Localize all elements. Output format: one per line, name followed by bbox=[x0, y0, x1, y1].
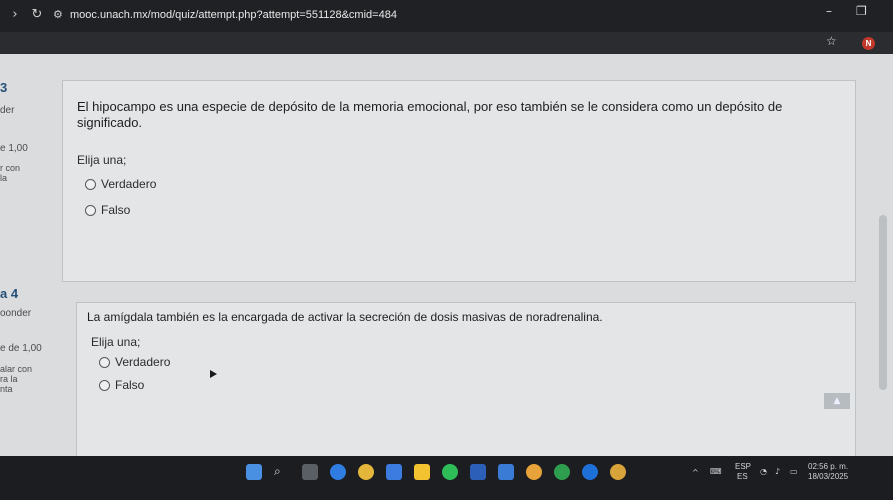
edge-icon[interactable] bbox=[330, 464, 346, 480]
chrome-icon-2[interactable] bbox=[526, 464, 542, 480]
question-number: a 4 bbox=[0, 286, 19, 301]
scroll-to-top-icon[interactable]: ▲ bbox=[824, 393, 850, 409]
answer-prompt: Elija una; bbox=[91, 335, 141, 349]
question-score: e 1,00 bbox=[0, 143, 28, 154]
question-state: der bbox=[0, 105, 15, 116]
option-label: Falso bbox=[115, 378, 145, 392]
clock-date: 18/03/2025 bbox=[808, 472, 849, 481]
flag-question-link-3[interactable]: nta bbox=[0, 384, 62, 394]
question-text: El hipocampo es una especie de depósito … bbox=[77, 99, 783, 130]
question-box-4: La amígdala también es la encargada de a… bbox=[76, 302, 856, 457]
volume-icon[interactable]: ♪ bbox=[775, 467, 780, 476]
option-falso[interactable]: Falso bbox=[99, 378, 144, 392]
radio-falso[interactable] bbox=[85, 204, 96, 216]
option-label: Verdadero bbox=[115, 355, 171, 369]
address-bar[interactable]: mooc.unach.mx/mod/quiz/attempt.php?attem… bbox=[70, 9, 397, 21]
app-icon[interactable] bbox=[386, 464, 402, 480]
flag-question-link-2[interactable]: la bbox=[0, 173, 62, 183]
language-region[interactable]: ES bbox=[737, 472, 748, 481]
option-label: Verdadero bbox=[101, 177, 157, 191]
radio-verdadero[interactable] bbox=[85, 178, 96, 190]
browser-toolbar: › ↻ ⚙ mooc.unach.mx/mod/quiz/attempt.php… bbox=[0, 0, 893, 32]
forward-icon[interactable]: › bbox=[6, 6, 24, 24]
page-scrollbar[interactable] bbox=[879, 215, 887, 390]
chrome-icon-3[interactable] bbox=[610, 464, 626, 480]
clock-time: 02:56 p. m. bbox=[808, 462, 849, 471]
bookmark-star-icon[interactable]: ☆ bbox=[826, 34, 837, 48]
language-code[interactable]: ESP bbox=[735, 462, 751, 471]
radio-verdadero[interactable] bbox=[99, 356, 110, 368]
app-icon-3[interactable] bbox=[554, 464, 570, 480]
keyboard-icon[interactable]: ⌨ bbox=[710, 467, 722, 476]
chrome-icon[interactable] bbox=[358, 464, 374, 480]
file-explorer-icon[interactable] bbox=[414, 464, 430, 480]
flag-question-link-2[interactable]: ra la bbox=[0, 374, 62, 384]
mouse-cursor-icon bbox=[210, 370, 217, 378]
start-icon[interactable] bbox=[246, 464, 262, 480]
option-verdadero[interactable]: Verdadero bbox=[99, 355, 170, 369]
wifi-icon[interactable]: ◔ bbox=[760, 467, 767, 476]
taskbar: ⌕ ^ ⌨ ESP ES ◔ ♪ ▭ bbox=[0, 456, 893, 500]
app-icon-2[interactable] bbox=[498, 464, 514, 480]
site-info-icon[interactable]: ⚙ bbox=[53, 8, 63, 21]
answer-prompt: Elija una; bbox=[77, 153, 127, 167]
profile-avatar[interactable]: N bbox=[862, 37, 875, 50]
question-score: e de 1,00 bbox=[0, 343, 42, 354]
radio-falso[interactable] bbox=[99, 379, 110, 391]
tray-chevron-icon[interactable]: ^ bbox=[692, 468, 699, 477]
flag-question-link[interactable]: r con bbox=[0, 163, 62, 173]
battery-icon[interactable]: ▭ bbox=[790, 467, 798, 476]
quiz-page: 3 der e 1,00 r con la El hipocampo es un… bbox=[0, 54, 893, 457]
question-number: 3 bbox=[0, 80, 8, 95]
option-label: Falso bbox=[101, 203, 131, 217]
system-clock[interactable]: 02:56 p. m. 18/03/2025 bbox=[808, 462, 848, 482]
question-info-3: 3 der e 1,00 r con la bbox=[0, 80, 62, 183]
word-icon[interactable] bbox=[470, 464, 486, 480]
app-icon-4[interactable] bbox=[582, 464, 598, 480]
bookmarks-bar bbox=[0, 32, 893, 54]
flag-question-link[interactable]: alar con bbox=[0, 364, 62, 374]
whatsapp-icon[interactable] bbox=[442, 464, 458, 480]
restore-icon[interactable]: ❐ bbox=[856, 4, 867, 18]
reload-icon[interactable]: ↻ bbox=[28, 6, 46, 24]
question-state: oonder bbox=[0, 308, 32, 319]
option-verdadero[interactable]: Verdadero bbox=[85, 177, 156, 191]
question-text: La amígdala también es la encargada de a… bbox=[87, 310, 603, 324]
minimize-icon[interactable]: – bbox=[826, 4, 832, 18]
task-view-icon[interactable] bbox=[302, 464, 318, 480]
question-info-4: a 4 oonder e de 1,00 alar con ra la nta bbox=[0, 286, 62, 394]
option-falso[interactable]: Falso bbox=[85, 203, 130, 217]
search-icon[interactable]: ⌕ bbox=[274, 464, 290, 480]
question-box-3: El hipocampo es una especie de depósito … bbox=[62, 80, 856, 282]
